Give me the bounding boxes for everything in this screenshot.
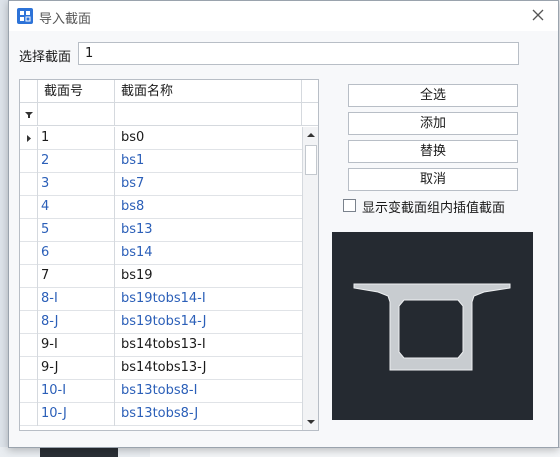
row-indicator[interactable]: [20, 311, 38, 334]
table-row[interactable]: 7 bs19: [20, 265, 302, 288]
table-row[interactable]: 4 bs8: [20, 196, 302, 219]
filter-icon[interactable]: [20, 103, 38, 126]
select-all-button[interactable]: 全选: [348, 84, 518, 107]
box-girder-section-drawing: [353, 283, 511, 371]
cell-section-no[interactable]: 5: [38, 219, 115, 242]
cell-section-no[interactable]: 2: [38, 150, 115, 173]
table-row[interactable]: 10-I bs13tobs8-I: [20, 380, 302, 403]
section-table: 截面号 截面名称 1 bs0 2 bs1 3 bs7 4 bs8 5 bs13 6 bs14 7 bs19…: [19, 79, 319, 431]
cell-section-name[interactable]: bs14tobs13-J: [115, 357, 302, 380]
cell-section-name[interactable]: bs0: [115, 127, 302, 150]
cell-section-name[interactable]: bs14: [115, 242, 302, 265]
row-indicator[interactable]: [20, 288, 38, 311]
select-section-input[interactable]: [78, 42, 519, 65]
section-preview: [332, 232, 533, 420]
cell-section-no[interactable]: 3: [38, 173, 115, 196]
header-indicator-cell: [20, 80, 38, 103]
table-body: 1 bs0 2 bs1 3 bs7 4 bs8 5 bs13 6 bs14 7 bs19 8-I bs19to…: [20, 127, 302, 426]
filter-cell-section-no[interactable]: [38, 103, 115, 126]
cell-section-no[interactable]: 4: [38, 196, 115, 219]
window-title: 导入截面: [39, 12, 92, 27]
table-row[interactable]: 8-J bs19tobs14-J: [20, 311, 302, 334]
row-indicator[interactable]: [20, 196, 38, 219]
app-icon: [17, 8, 33, 24]
cell-section-no[interactable]: 10-I: [38, 380, 115, 403]
cell-section-name[interactable]: bs7: [115, 173, 302, 196]
replace-button[interactable]: 替换: [348, 140, 518, 163]
table-row[interactable]: 6 bs14: [20, 242, 302, 265]
cell-section-name[interactable]: bs13tobs8-I: [115, 380, 302, 403]
table-row[interactable]: 8-I bs19tobs14-I: [20, 288, 302, 311]
row-indicator[interactable]: [20, 265, 38, 288]
select-section-label: 选择截面: [19, 50, 72, 65]
cell-section-no[interactable]: 9-I: [38, 334, 115, 357]
background-panel: [150, 447, 560, 457]
cell-section-name[interactable]: bs8: [115, 196, 302, 219]
close-icon[interactable]: [530, 7, 546, 23]
current-row-arrow-icon: [27, 135, 31, 142]
scroll-down-arrow-icon[interactable]: [303, 414, 318, 430]
table-row[interactable]: 3 bs7: [20, 173, 302, 196]
row-indicator[interactable]: [20, 173, 38, 196]
row-indicator[interactable]: [20, 150, 38, 173]
vertical-scrollbar[interactable]: [302, 127, 318, 430]
cell-section-no[interactable]: 8-I: [38, 288, 115, 311]
cell-section-no[interactable]: 10-J: [38, 403, 115, 426]
cell-section-no[interactable]: 8-J: [38, 311, 115, 334]
table-row[interactable]: 5 bs13: [20, 219, 302, 242]
cell-section-name[interactable]: bs13tobs8-J: [115, 403, 302, 426]
row-indicator[interactable]: [20, 334, 38, 357]
title-bar: 导入截面: [9, 1, 558, 31]
show-interpolated-checkbox[interactable]: [343, 199, 356, 212]
column-header-section-no[interactable]: 截面号: [38, 80, 115, 103]
add-button[interactable]: 添加: [348, 112, 518, 135]
cell-section-no[interactable]: 9-J: [38, 357, 115, 380]
header-corner: [302, 80, 318, 103]
cell-section-name[interactable]: bs13: [115, 219, 302, 242]
cancel-button[interactable]: 取消: [348, 168, 518, 191]
cell-section-name[interactable]: bs1: [115, 150, 302, 173]
background-strip: [0, 0, 8, 457]
cell-section-no[interactable]: 7: [38, 265, 115, 288]
filter-cell-section-name[interactable]: [115, 103, 302, 126]
row-indicator[interactable]: [20, 357, 38, 380]
table-row[interactable]: 9-I bs14tobs13-I: [20, 334, 302, 357]
import-section-dialog: 导入截面 选择截面 截面号 截面名称 1bs02bs13bs74bs85bs13…: [8, 0, 559, 448]
table-row[interactable]: 9-J bs14tobs13-J: [20, 357, 302, 380]
show-interpolated-label: 显示变截面组内插值截面: [362, 201, 506, 216]
cell-section-no[interactable]: 1: [38, 127, 115, 150]
row-indicator[interactable]: [20, 127, 38, 150]
row-indicator[interactable]: [20, 380, 38, 403]
cell-section-name[interactable]: bs19: [115, 265, 302, 288]
scroll-thumb[interactable]: [305, 145, 317, 175]
row-indicator[interactable]: [20, 219, 38, 242]
row-indicator[interactable]: [20, 242, 38, 265]
table-row[interactable]: 1 bs0: [20, 127, 302, 150]
filter-indicator-cell: [20, 103, 38, 126]
table-header: 截面号 截面名称: [20, 80, 318, 103]
table-row[interactable]: 2 bs1: [20, 150, 302, 173]
table-row[interactable]: 10-J bs13tobs8-J: [20, 403, 302, 426]
scroll-up-arrow-icon[interactable]: [303, 127, 318, 143]
cell-section-no[interactable]: 6: [38, 242, 115, 265]
cell-section-name[interactable]: bs14tobs13-I: [115, 334, 302, 357]
filter-row: [20, 103, 318, 126]
column-header-section-name[interactable]: 截面名称: [115, 80, 302, 103]
row-indicator[interactable]: [20, 403, 38, 426]
background-dark-panel: [40, 447, 118, 457]
cell-section-name[interactable]: bs19tobs14-J: [115, 311, 302, 334]
cell-section-name[interactable]: bs19tobs14-I: [115, 288, 302, 311]
